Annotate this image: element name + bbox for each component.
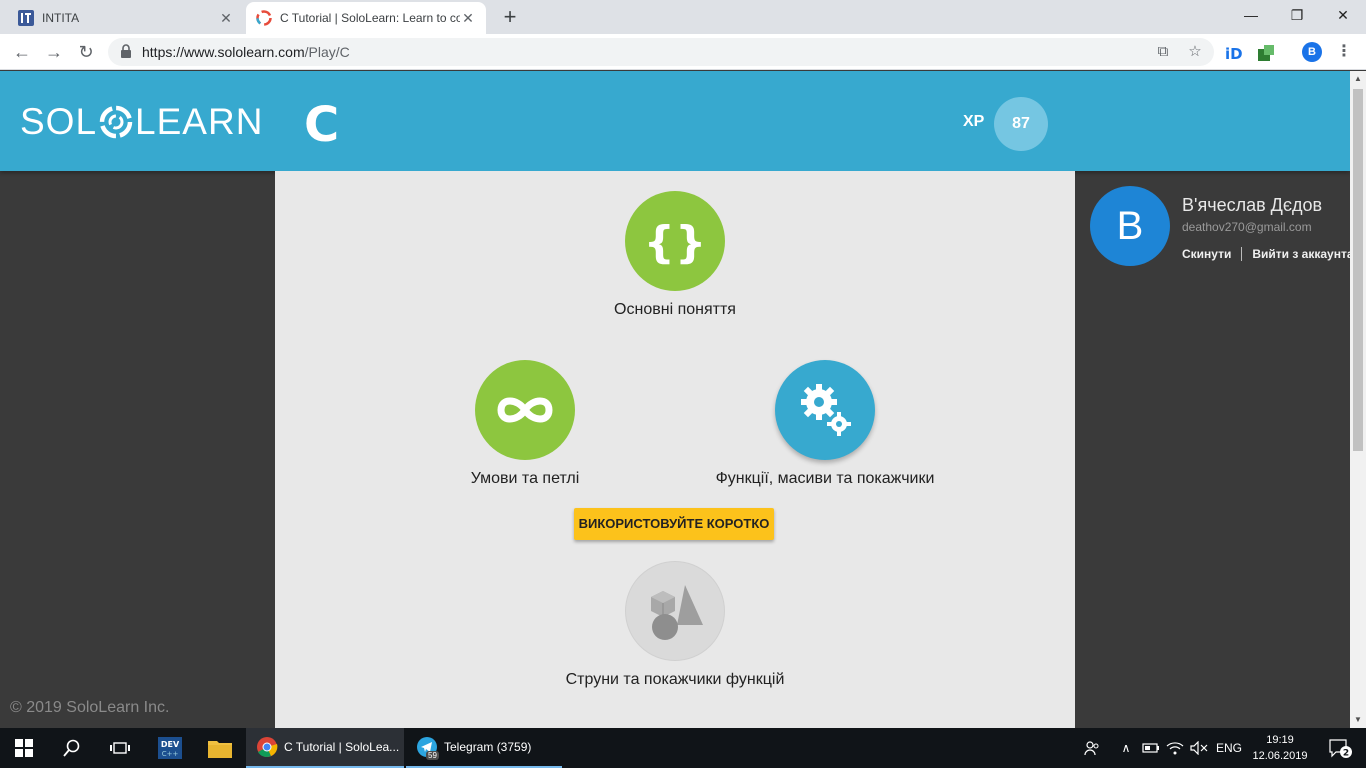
action-center-icon[interactable]: 2 — [1320, 728, 1360, 768]
task-view-icon[interactable] — [96, 728, 144, 768]
extension-id-icon[interactable]: iD — [1224, 43, 1244, 63]
windows-taskbar: DEV C++ C Tutorial | SoloLea... Telegram … — [0, 728, 1366, 768]
scroll-down-arrow-icon[interactable]: ▼ — [1350, 712, 1366, 728]
svg-text:{}: {} — [645, 217, 705, 268]
taskbar-app-label: Telegram (3759) — [444, 740, 532, 754]
svg-text:iD: iD — [1225, 45, 1243, 63]
url-text: https://www.sololearn.com/Play/C — [142, 44, 350, 60]
page-scrollbar[interactable]: ▲ ▼ — [1350, 71, 1366, 728]
tab-intita[interactable]: INTITA ✕ — [8, 2, 244, 34]
forward-arrow-icon[interactable]: → — [42, 40, 66, 64]
close-tab-icon[interactable]: ✕ — [218, 10, 234, 27]
browser-toolbar: ← → ↻ https://www.sololearn.com/Play/C ⧉… — [0, 34, 1366, 70]
clock-time: 19:19 — [1266, 734, 1294, 746]
file-explorer-icon[interactable] — [196, 728, 244, 768]
profile-actions: Скинути Вийти з аккаунта — [1182, 247, 1350, 261]
gears-icon — [801, 384, 851, 436]
search-icon[interactable] — [48, 728, 96, 768]
module-functions-arrays-pointers[interactable]: Функції, масиви та покажчики — [675, 360, 975, 488]
logo-text-left: SOL — [20, 101, 98, 142]
lock-icon — [121, 44, 131, 58]
module-icon-circle[interactable] — [775, 360, 875, 460]
reset-link[interactable]: Скинути — [1182, 247, 1231, 261]
url-path: /Play/C — [304, 44, 350, 60]
devcpp-icon[interactable]: DEV C++ — [146, 728, 194, 768]
sololearn-favicon-icon — [256, 10, 272, 26]
close-window-button[interactable]: ✕ — [1320, 0, 1366, 30]
taskbar-telegram[interactable]: Telegram (3759) 59 — [406, 728, 562, 768]
menu-kebab-icon[interactable]: ⋮ — [1336, 42, 1352, 62]
sololearn-swirl-icon — [99, 105, 133, 139]
address-bar[interactable]: https://www.sololearn.com/Play/C ⧉ ☆ — [108, 38, 1214, 66]
xp-badge: 87 — [994, 97, 1048, 151]
volume-muted-icon[interactable] — [1188, 728, 1210, 768]
clock-date: 12.06.2019 — [1252, 750, 1308, 762]
close-tab-icon[interactable]: ✕ — [460, 10, 476, 27]
logo-text-right: LEARN — [135, 101, 264, 142]
user-email: deathov270@gmail.com — [1182, 220, 1312, 234]
module-label: Функції, масиви та покажчики — [715, 470, 935, 487]
bookmark-star-icon[interactable]: ☆ — [1186, 43, 1204, 61]
use-shortcut-button[interactable]: ВИКОРИСТОВУЙТЕ КОРОТКО — [574, 508, 774, 540]
wifi-icon[interactable] — [1164, 728, 1186, 768]
svg-text:C++: C++ — [162, 750, 179, 758]
people-icon[interactable] — [1080, 728, 1104, 768]
minimize-button[interactable]: — — [1228, 0, 1274, 30]
tab-title: C Tutorial | SoloLearn: Learn to co — [280, 11, 460, 25]
user-avatar[interactable]: B — [1090, 186, 1170, 266]
module-icon-circle[interactable]: {} — [625, 191, 725, 291]
scroll-up-arrow-icon[interactable]: ▲ — [1350, 71, 1366, 87]
sololearn-header: SOL LEARN C XP 87 — [0, 71, 1350, 171]
infinity-icon — [497, 397, 553, 423]
page-viewport: SOL LEARN C XP 87 {} Основні поняття Умо… — [0, 71, 1350, 728]
reload-icon[interactable]: ↻ — [74, 40, 98, 64]
telegram-unread-badge: 59 — [426, 751, 439, 760]
tab-strip: INTITA ✕ C Tutorial | SoloLearn: Learn t… — [0, 0, 1366, 34]
taskbar-app-label: C Tutorial | SoloLea... — [284, 740, 400, 754]
tab-title: INTITA — [42, 11, 80, 25]
copyright-text: © 2019 SoloLearn Inc. — [10, 699, 170, 716]
logout-link[interactable]: Вийти з аккаунта — [1252, 247, 1350, 261]
extension-green-icon[interactable] — [1256, 43, 1276, 63]
course-map: {} Основні поняття Умови та петлі Функці… — [275, 171, 1075, 728]
new-tab-button[interactable]: + — [498, 4, 522, 30]
module-label: Основні поняття — [614, 301, 736, 318]
windows-start-icon[interactable] — [0, 728, 48, 768]
translate-icon[interactable]: ⧉ — [1154, 43, 1172, 61]
scrollbar-thumb[interactable] — [1353, 89, 1363, 451]
xp-label: XP — [963, 113, 985, 130]
profile-avatar-icon[interactable]: B — [1302, 42, 1322, 62]
tab-sololearn[interactable]: C Tutorial | SoloLearn: Learn to co ✕ — [246, 2, 486, 34]
divider — [1241, 247, 1243, 261]
module-label: Струни та покажчики функцій — [565, 671, 785, 688]
restore-button[interactable]: ❐ — [1274, 0, 1320, 30]
show-hidden-icons-chevron-icon[interactable]: ∧ — [1116, 728, 1136, 768]
url-host: https://www.sololearn.com — [142, 44, 305, 60]
module-conditions-loops[interactable]: Умови та петлі — [425, 360, 625, 488]
sololearn-logo[interactable]: SOL LEARN — [20, 101, 263, 143]
intita-favicon-icon — [18, 10, 34, 26]
module-icon-circle[interactable] — [625, 561, 725, 661]
battery-icon[interactable] — [1140, 728, 1162, 768]
language-indicator[interactable]: ENG — [1212, 728, 1246, 768]
module-strings-function-pointers[interactable]: Струни та покажчики функцій — [525, 561, 825, 689]
chrome-icon — [257, 737, 278, 757]
taskbar-chrome[interactable]: C Tutorial | SoloLea... — [246, 728, 404, 768]
svg-text:DEV: DEV — [161, 740, 180, 749]
shapes-icon — [651, 585, 703, 640]
module-label: Умови та петлі — [470, 470, 580, 487]
braces-icon: {} — [645, 217, 705, 268]
course-logo: C — [304, 97, 340, 153]
module-basic-concepts[interactable]: {} Основні поняття — [575, 191, 775, 319]
notification-count: 2 — [1343, 749, 1349, 759]
user-name[interactable]: В'ячеслав Дєдов — [1182, 195, 1322, 216]
system-clock[interactable]: 19:19 12.06.2019 — [1248, 732, 1312, 764]
back-arrow-icon[interactable]: ← — [10, 40, 34, 64]
module-icon-circle[interactable] — [475, 360, 575, 460]
